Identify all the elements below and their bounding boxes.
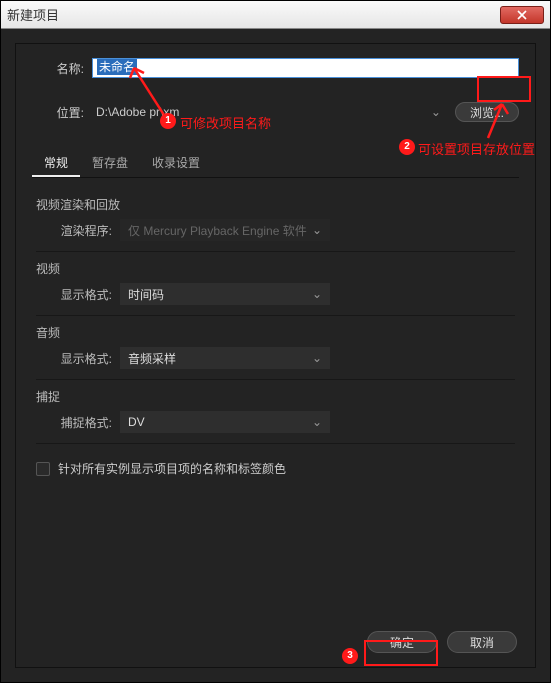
section-video-render: 视频渲染和回放 bbox=[36, 196, 515, 213]
close-icon bbox=[517, 10, 527, 20]
location-value: D:\Adobe pr\xm bbox=[96, 105, 431, 119]
audio-display-label: 显示格式: bbox=[60, 350, 120, 367]
location-input[interactable]: D:\Adobe pr\xm ⌄ bbox=[92, 102, 445, 122]
name-input[interactable]: 未命名 bbox=[92, 58, 519, 78]
close-button[interactable] bbox=[500, 6, 544, 24]
chevron-down-icon: ⌄ bbox=[312, 223, 322, 237]
browse-button[interactable]: 浏览... bbox=[455, 102, 519, 122]
chevron-down-icon: ⌄ bbox=[312, 287, 322, 301]
video-display-select[interactable]: 时间码 ⌄ bbox=[120, 283, 330, 305]
video-display-value: 时间码 bbox=[128, 286, 312, 303]
show-names-label: 针对所有实例显示项目项的名称和标签颜色 bbox=[58, 460, 286, 477]
section-capture: 捕捉 bbox=[36, 388, 515, 405]
renderer-select: 仅 Mercury Playback Engine 软件 ⌄ bbox=[120, 219, 330, 241]
capture-format-select[interactable]: DV ⌄ bbox=[120, 411, 330, 433]
section-video: 视频 bbox=[36, 260, 515, 277]
audio-display-value: 音频采样 bbox=[128, 350, 312, 367]
window-title: 新建项目 bbox=[7, 5, 500, 24]
show-names-checkbox[interactable] bbox=[36, 462, 50, 476]
chevron-down-icon: ⌄ bbox=[312, 351, 322, 365]
section-audio: 音频 bbox=[36, 324, 515, 341]
audio-display-select[interactable]: 音频采样 ⌄ bbox=[120, 347, 330, 369]
capture-format-value: DV bbox=[128, 415, 312, 429]
video-display-label: 显示格式: bbox=[60, 286, 120, 303]
name-input-value: 未命名 bbox=[97, 59, 137, 75]
divider bbox=[36, 379, 515, 380]
capture-format-label: 捕捉格式: bbox=[60, 414, 120, 431]
ok-button[interactable]: 确定 bbox=[367, 631, 437, 653]
chevron-down-icon: ⌄ bbox=[312, 415, 322, 429]
tab-general[interactable]: 常规 bbox=[32, 150, 80, 177]
divider bbox=[36, 443, 515, 444]
chevron-down-icon: ⌄ bbox=[431, 105, 441, 119]
tab-scratch-disks[interactable]: 暂存盘 bbox=[80, 150, 140, 177]
renderer-label: 渲染程序: bbox=[60, 222, 120, 239]
divider bbox=[36, 315, 515, 316]
tab-ingest[interactable]: 收录设置 bbox=[140, 150, 212, 177]
name-label: 名称: bbox=[32, 60, 92, 77]
cancel-button[interactable]: 取消 bbox=[447, 631, 517, 653]
renderer-value: 仅 Mercury Playback Engine 软件 bbox=[128, 222, 312, 239]
location-label: 位置: bbox=[32, 104, 92, 121]
divider bbox=[36, 251, 515, 252]
